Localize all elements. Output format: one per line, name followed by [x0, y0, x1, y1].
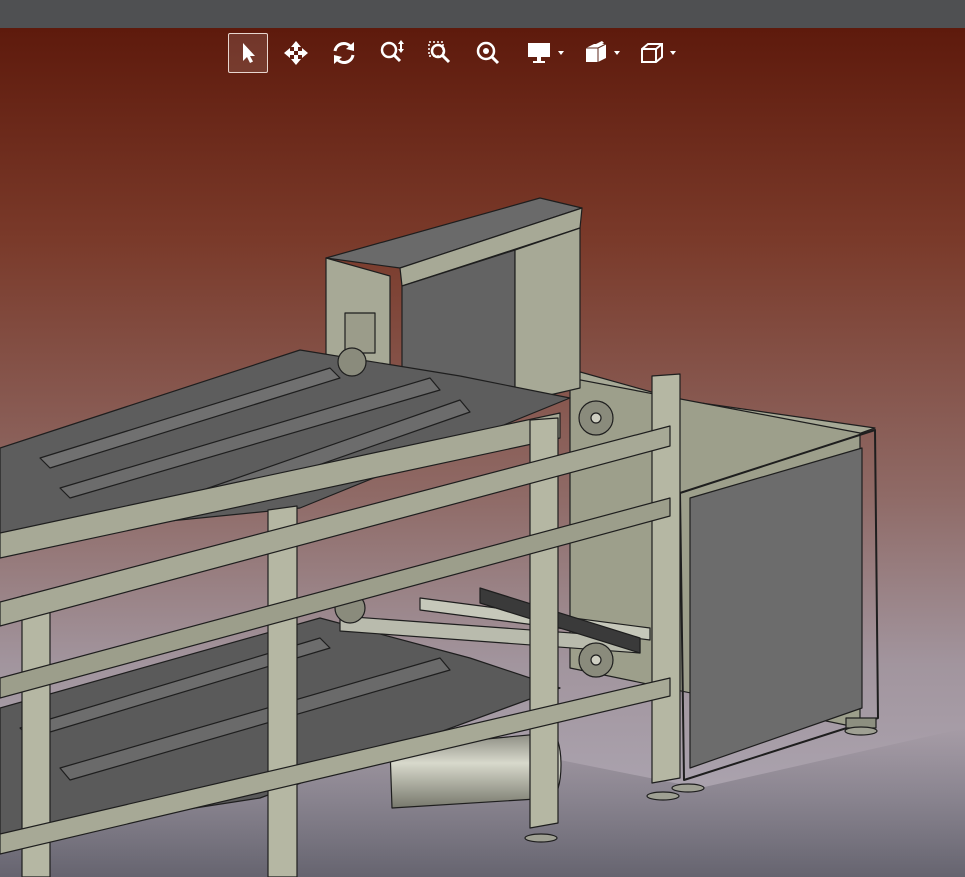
rotate-icon: [333, 42, 355, 64]
cabinet-foot-pad: [844, 726, 878, 736]
window-title-bar: [0, 0, 965, 28]
zoom-fit-icon: [476, 41, 500, 65]
zoom-in-out-icon: [380, 40, 404, 63]
zoom-in-out-button[interactable]: [372, 33, 412, 73]
chevron-down-icon: [558, 51, 564, 55]
select-icon: [243, 43, 255, 63]
front-post-2: [267, 505, 298, 877]
display-mode-icon: [528, 43, 550, 63]
zoom-window-icon: [428, 41, 451, 64]
zoom-window-button[interactable]: [420, 33, 460, 73]
chevron-down-icon: [670, 51, 676, 55]
view-toolbar: [228, 33, 684, 73]
foot-pad-1: [524, 833, 558, 843]
sprocket-gantry: [337, 347, 367, 377]
conveyor-machine-model[interactable]: [0, 28, 965, 877]
section-button[interactable]: [572, 33, 620, 73]
rotate-button[interactable]: [324, 33, 364, 73]
gantry-motor-block: [344, 312, 376, 354]
gantry-right-post: [514, 227, 581, 404]
view-cube-icon: [641, 43, 663, 63]
display-mode-button[interactable]: [516, 33, 564, 73]
select-button[interactable]: [228, 33, 268, 73]
chevron-down-icon: [614, 51, 620, 55]
pan-icon: [284, 41, 308, 65]
3d-viewport[interactable]: [0, 28, 965, 877]
sprocket-lower-right-hub: [590, 654, 602, 666]
zoom-fit-button[interactable]: [468, 33, 508, 73]
sprocket-upper-hub: [590, 412, 602, 424]
foot-pad-2: [646, 791, 680, 801]
foot-pad-3: [671, 783, 705, 793]
pan-button[interactable]: [276, 33, 316, 73]
section-icon: [586, 41, 607, 62]
view-cube-button[interactable]: [628, 33, 676, 73]
